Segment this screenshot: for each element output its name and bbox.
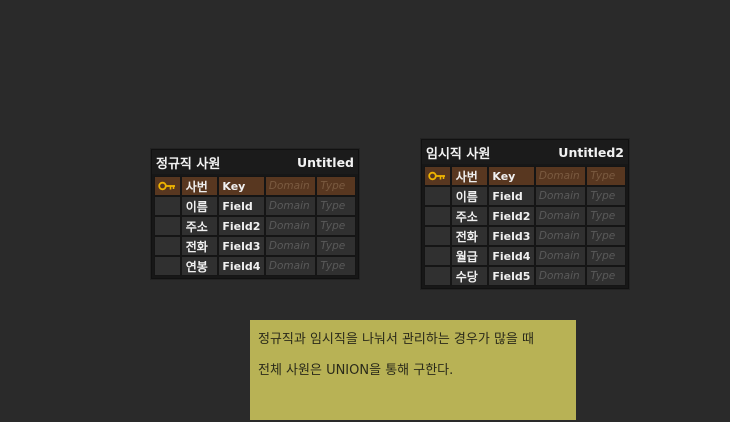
- column-logical-name: 주소: [450, 206, 489, 226]
- column-row[interactable]: 월급 Field4 Domain Type: [424, 246, 626, 266]
- column-physical-name: Field: [218, 196, 265, 216]
- key-slot: [424, 266, 451, 286]
- column-type: Type: [586, 226, 626, 246]
- column-physical-name: Field2: [488, 206, 535, 226]
- memo-note[interactable]: 정규직과 임시직을 나눠서 관리하는 경우가 많을 때 전체 사원은 UNION…: [250, 320, 576, 420]
- column-logical-name: 연봉: [180, 256, 219, 276]
- column-row[interactable]: 사번 Key Domain Type: [424, 166, 626, 186]
- entity-temporary-employee[interactable]: 임시직 사원 Untitled2 사번 Key Domain Type 이름 F…: [421, 139, 629, 289]
- column-row[interactable]: 전화 Field3 Domain Type: [424, 226, 626, 246]
- column-domain: Domain: [264, 236, 317, 256]
- column-type: Type: [316, 216, 356, 236]
- entity-header[interactable]: 정규직 사원 Untitled: [152, 150, 358, 174]
- column-domain: Domain: [534, 266, 587, 286]
- column-domain: Domain: [534, 186, 587, 206]
- column-row[interactable]: 사번 Key Domain Type: [154, 176, 356, 196]
- column-physical-name: Field: [488, 186, 535, 206]
- column-domain: Domain: [264, 256, 317, 276]
- column-type: Type: [586, 266, 626, 286]
- key-slot: [154, 236, 181, 256]
- column-logical-name: 주소: [180, 216, 219, 236]
- column-row[interactable]: 전화 Field3 Domain Type: [154, 236, 356, 256]
- column-logical-name: 월급: [450, 246, 489, 266]
- entity-physical-name: Untitled2: [558, 144, 624, 160]
- key-slot: [154, 196, 181, 216]
- column-row[interactable]: 이름 Field Domain Type: [424, 186, 626, 206]
- column-row[interactable]: 수당 Field5 Domain Type: [424, 266, 626, 286]
- entity-header[interactable]: 임시직 사원 Untitled2: [422, 140, 628, 164]
- column-physical-name: Field5: [488, 266, 535, 286]
- key-slot: [154, 216, 181, 236]
- primary-key-slot: [154, 176, 181, 196]
- key-slot: [154, 256, 181, 276]
- column-physical-name: Key: [488, 166, 535, 186]
- column-type: Type: [316, 196, 356, 216]
- memo-note-line: 전체 사원은 UNION을 통해 구한다.: [258, 363, 454, 378]
- primary-key-slot: [424, 166, 451, 186]
- column-domain: Domain: [534, 246, 587, 266]
- column-domain: Domain: [534, 166, 587, 186]
- column-domain: Domain: [534, 226, 587, 246]
- column-physical-name: Field3: [218, 236, 265, 256]
- column-type: Type: [316, 176, 356, 196]
- column-logical-name: 이름: [180, 196, 219, 216]
- entity-logical-name: 임시직 사원: [426, 146, 491, 162]
- key-slot: [424, 246, 451, 266]
- column-domain: Domain: [264, 216, 317, 236]
- entity-logical-name: 정규직 사원: [156, 156, 221, 172]
- column-type: Type: [316, 236, 356, 256]
- column-logical-name: 수당: [450, 266, 489, 286]
- column-domain: Domain: [264, 176, 317, 196]
- column-physical-name: Field4: [218, 256, 265, 276]
- column-domain: Domain: [264, 196, 317, 216]
- column-physical-name: Field4: [488, 246, 535, 266]
- key-slot: [424, 226, 451, 246]
- key-icon: [428, 171, 446, 181]
- memo-note-line: 정규직과 임시직을 나눠서 관리하는 경우가 많을 때: [258, 332, 534, 347]
- column-logical-name: 사번: [450, 166, 489, 186]
- column-type: Type: [586, 186, 626, 206]
- column-logical-name: 사번: [180, 176, 219, 196]
- column-row[interactable]: 연봉 Field4 Domain Type: [154, 256, 356, 276]
- entity-physical-name: Untitled: [297, 154, 354, 170]
- column-logical-name: 전화: [180, 236, 219, 256]
- column-domain: Domain: [534, 206, 587, 226]
- column-logical-name: 전화: [450, 226, 489, 246]
- column-row[interactable]: 이름 Field Domain Type: [154, 196, 356, 216]
- column-type: Type: [586, 166, 626, 186]
- column-row[interactable]: 주소 Field2 Domain Type: [154, 216, 356, 236]
- column-type: Type: [316, 256, 356, 276]
- column-physical-name: Field2: [218, 216, 265, 236]
- column-row[interactable]: 주소 Field2 Domain Type: [424, 206, 626, 226]
- column-type: Type: [586, 246, 626, 266]
- entity-regular-employee[interactable]: 정규직 사원 Untitled 사번 Key Domain Type 이름 Fi…: [151, 149, 359, 279]
- key-slot: [424, 186, 451, 206]
- column-physical-name: Key: [218, 176, 265, 196]
- column-logical-name: 이름: [450, 186, 489, 206]
- column-list: 사번 Key Domain Type 이름 Field Domain Type …: [422, 164, 628, 288]
- key-slot: [424, 206, 451, 226]
- column-physical-name: Field3: [488, 226, 535, 246]
- key-icon: [158, 181, 176, 191]
- column-list: 사번 Key Domain Type 이름 Field Domain Type …: [152, 174, 358, 278]
- column-type: Type: [586, 206, 626, 226]
